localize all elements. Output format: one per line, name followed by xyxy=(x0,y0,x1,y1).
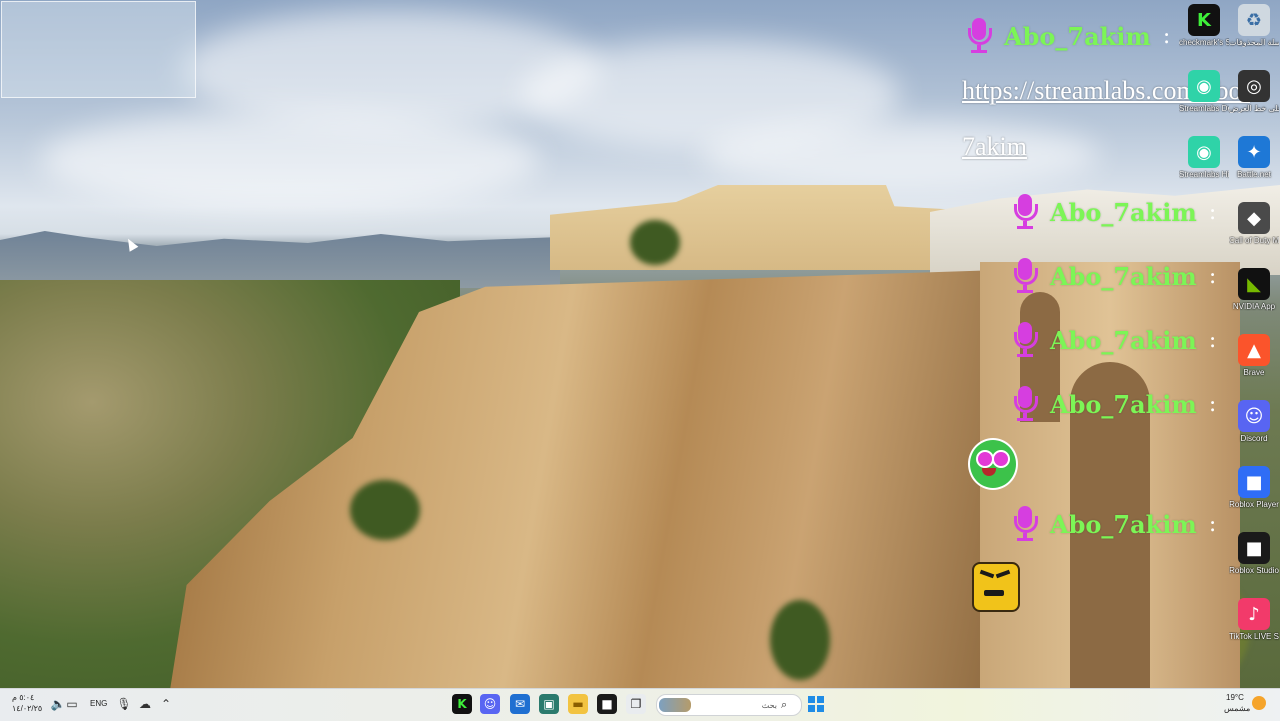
sun-icon[interactable] xyxy=(1252,696,1266,710)
desktop-icon-label: تجربة على خط العرض xyxy=(1229,104,1279,113)
app-icon: ◣ xyxy=(1238,268,1270,300)
language-indicator[interactable]: ENG xyxy=(90,699,107,708)
taskbar-time[interactable]: ٥:٠٤ م xyxy=(12,693,34,702)
app-icon: ■ xyxy=(1238,532,1270,564)
desktop-icon-label: NVIDIA App xyxy=(1232,302,1276,311)
roblox-studio-app-icon[interactable]: ■ xyxy=(597,694,617,714)
app-icon: ☺ xyxy=(1238,400,1270,432)
tree-shape xyxy=(350,480,420,540)
desktop-icon[interactable]: ◆ Call of Duty Modern ... xyxy=(1229,202,1279,245)
chat-username: Abo_7akim xyxy=(1004,21,1151,51)
desktop-icon[interactable]: ◉ Streamlabs Highlighter xyxy=(1179,136,1229,179)
desktop-icon[interactable]: ♪ TikTok LIVE Studio xyxy=(1229,598,1279,641)
app-icon: ♪ xyxy=(1238,598,1270,630)
cloud-shape xyxy=(700,120,1100,190)
desktop-icon-label: Call of Duty Modern ... xyxy=(1229,236,1279,245)
desktop-icon-label: Discord xyxy=(1240,434,1268,443)
desktop-icon-label: Brave xyxy=(1243,368,1265,377)
store-app-icon[interactable]: ▣ xyxy=(539,694,559,714)
app-icon: ◎ xyxy=(1238,70,1270,102)
chat-line: Abo_7akim : xyxy=(1012,194,1216,230)
microphone-icon xyxy=(1012,386,1038,422)
discord-app-icon[interactable]: ☺ xyxy=(480,694,500,714)
microphone-icon xyxy=(1012,322,1038,358)
desktop-icon-label: سلة المحذوفات xyxy=(1229,38,1279,47)
weather-description[interactable]: مشمس xyxy=(1224,704,1250,713)
cloud-icon[interactable]: ☁ xyxy=(135,694,155,714)
chat-separator: : xyxy=(1208,263,1217,289)
desktop-icon[interactable]: ■ Roblox Player xyxy=(1229,466,1279,509)
desktop-icon-label: TikTok LIVE Studio xyxy=(1229,632,1279,641)
preview-overlay-box xyxy=(1,1,196,98)
app-icon: ▲ xyxy=(1238,334,1270,366)
app-icon: ◆ xyxy=(1238,202,1270,234)
desktop-icon[interactable]: ♻ سلة المحذوفات xyxy=(1229,4,1279,47)
taskbar-search[interactable]: بحث ⌕ xyxy=(656,694,802,716)
chat-username: Abo_7akim xyxy=(1050,509,1197,539)
network-icon[interactable]: ▭ xyxy=(62,694,82,714)
chat-separator: : xyxy=(1208,199,1217,225)
app-icon: K xyxy=(1188,4,1220,36)
app-icon: ◉ xyxy=(1188,136,1220,168)
microphone-icon xyxy=(1012,194,1038,230)
desktop-icon-label: Roblox Player xyxy=(1229,500,1279,509)
desktop-icon[interactable]: ◎ تجربة على خط العرض xyxy=(1229,70,1279,113)
chat-separator: : xyxy=(1208,391,1217,417)
chat-line: Abo_7akim : xyxy=(1012,322,1216,358)
microphone-icon xyxy=(966,18,992,54)
app-icon: ◉ xyxy=(1188,70,1220,102)
desktop-icon-label: Battle.net xyxy=(1237,170,1271,179)
angry-face-emote-icon xyxy=(970,560,1022,612)
chat-username: Abo_7akim xyxy=(1050,389,1197,419)
desktop-icon[interactable]: ■ Roblox Studio xyxy=(1229,532,1279,575)
app-icon: ✦ xyxy=(1238,136,1270,168)
green-alien-emote-icon xyxy=(964,436,1018,490)
tree-shape xyxy=(770,600,830,680)
desktop-icon[interactable]: ▲ Brave xyxy=(1229,334,1279,377)
search-highlight-thumbnail xyxy=(659,698,691,712)
desktop-icon[interactable]: ◣ NVIDIA App xyxy=(1229,268,1279,311)
mail-app-icon[interactable]: ✉ xyxy=(510,694,530,714)
microphone-tray-icon[interactable]: 🎙 xyxy=(114,694,134,714)
file-explorer-app-icon[interactable]: ▬ xyxy=(568,694,588,714)
app-icon: ■ xyxy=(1238,466,1270,498)
tree-shape xyxy=(630,220,680,265)
search-placeholder: بحث xyxy=(761,700,777,710)
chat-line: Abo_7akim : xyxy=(966,18,1170,54)
streamlabs-link-continued[interactable]: 7akim xyxy=(962,132,1027,162)
taskbar-date[interactable]: ١٤/٠٢/٢٥ xyxy=(12,704,42,713)
microphone-icon xyxy=(1012,506,1038,542)
desktop-icon-label: Streamlabs Highlighter xyxy=(1179,170,1229,179)
chat-username: Abo_7akim xyxy=(1050,261,1197,291)
desktop-icon[interactable]: ✦ Battle.net xyxy=(1229,136,1279,179)
mountain-range xyxy=(0,231,560,288)
chat-username: Abo_7akim xyxy=(1050,325,1197,355)
chat-line: Abo_7akim : xyxy=(1012,386,1216,422)
desktop-icon[interactable]: ☺ Discord xyxy=(1229,400,1279,443)
stream-app-icon[interactable]: K xyxy=(452,694,472,714)
desktop-icon[interactable]: Kcheckmark's Stream - ... xyxy=(1179,4,1229,47)
windows-start-icon[interactable] xyxy=(808,696,824,712)
chat-username: Abo_7akim xyxy=(1050,197,1197,227)
cloud-shape xyxy=(40,110,540,210)
search-icon: ⌕ xyxy=(781,698,788,711)
chat-line: Abo_7akim : xyxy=(1012,506,1216,542)
desktop-icon-label: Streamlabs Desktop xyxy=(1179,104,1229,113)
desktop-icon-label: Roblox Studio xyxy=(1229,566,1279,575)
task-view-app-icon[interactable]: ❐ xyxy=(626,694,646,714)
cliff-buildings xyxy=(550,185,970,270)
app-icon: ♻ xyxy=(1238,4,1270,36)
chat-separator: : xyxy=(1208,511,1217,537)
chevron-up-icon[interactable]: ⌃ xyxy=(156,694,176,714)
weather-temperature[interactable]: 19°C xyxy=(1226,693,1244,702)
microphone-icon xyxy=(1012,258,1038,294)
chat-line: Abo_7akim : xyxy=(1012,258,1216,294)
desktop-icon-label: checkmark's Stream - ... xyxy=(1179,38,1229,47)
chat-separator: : xyxy=(1208,327,1217,353)
chat-separator: : xyxy=(1162,23,1171,49)
desktop-icon[interactable]: ◉ Streamlabs Desktop xyxy=(1179,70,1229,113)
